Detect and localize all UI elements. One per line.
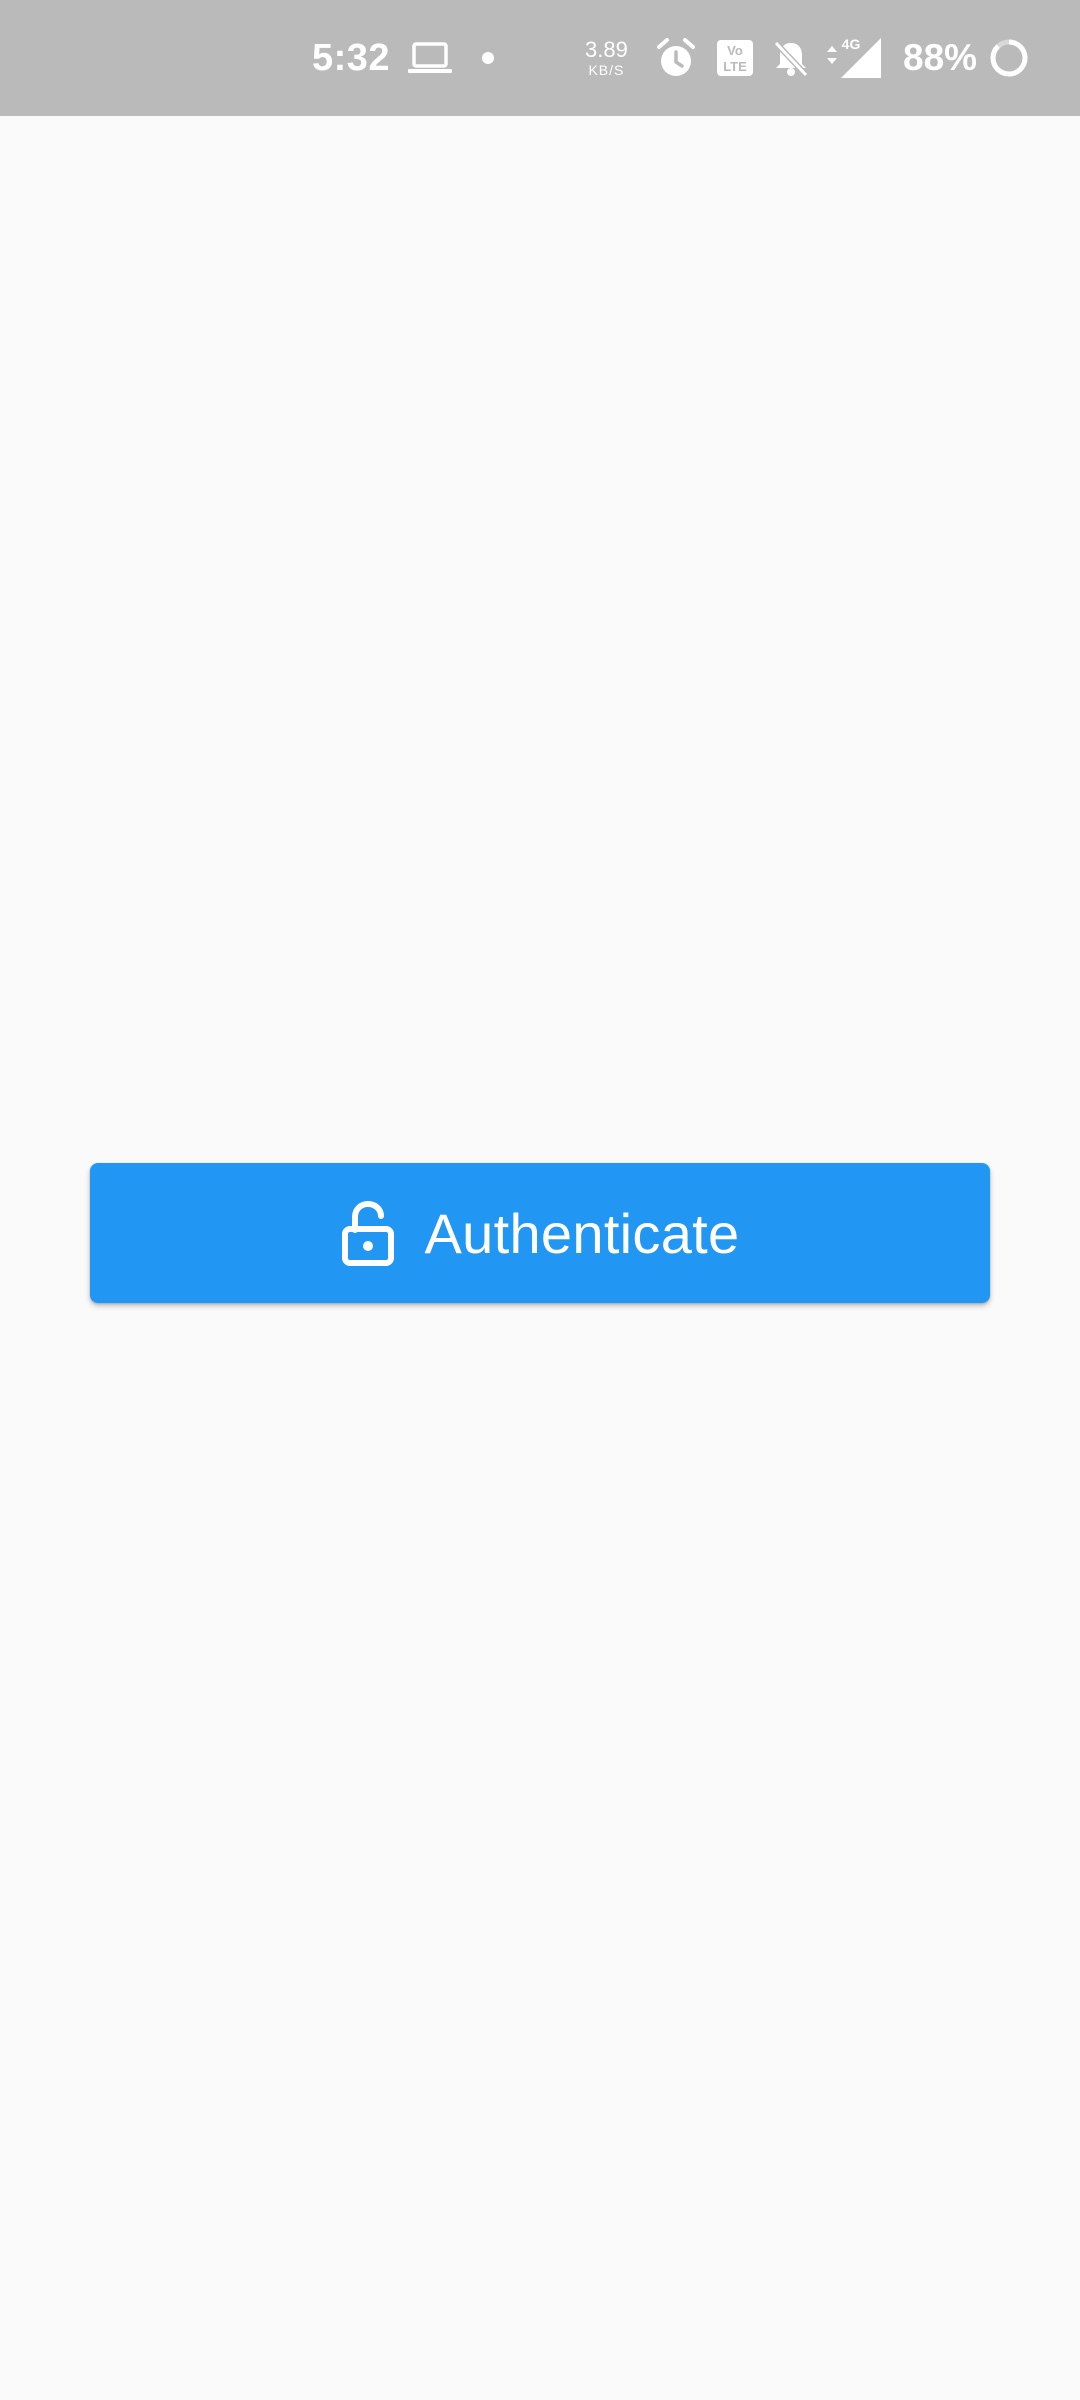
battery-ring-icon (988, 0, 1030, 116)
lock-open-icon (341, 1200, 395, 1266)
network-speed-value: 3.89 (585, 37, 628, 62)
svg-text:LTE: LTE (723, 59, 747, 74)
status-bar: 5:32 3.89 KB/S Vo LTE 4G 88% (0, 0, 1080, 116)
svg-text:4G: 4G (842, 36, 861, 52)
status-time: 5:32 (312, 36, 391, 79)
authenticate-button-label: Authenticate (424, 1201, 740, 1265)
alarm-icon (655, 0, 697, 116)
network-speed: 3.89 KB/S (585, 0, 628, 116)
battery-percent: 88% (903, 37, 978, 78)
authenticate-button[interactable]: Authenticate (90, 1163, 990, 1303)
signal-4g-icon: 4G (825, 0, 883, 116)
svg-text:Vo: Vo (727, 43, 743, 58)
laptop-icon (408, 0, 452, 116)
notification-dot-icon (481, 0, 495, 116)
network-speed-unit: KB/S (588, 62, 625, 78)
bell-off-icon (771, 0, 811, 116)
volte-icon: Vo LTE (715, 0, 755, 116)
